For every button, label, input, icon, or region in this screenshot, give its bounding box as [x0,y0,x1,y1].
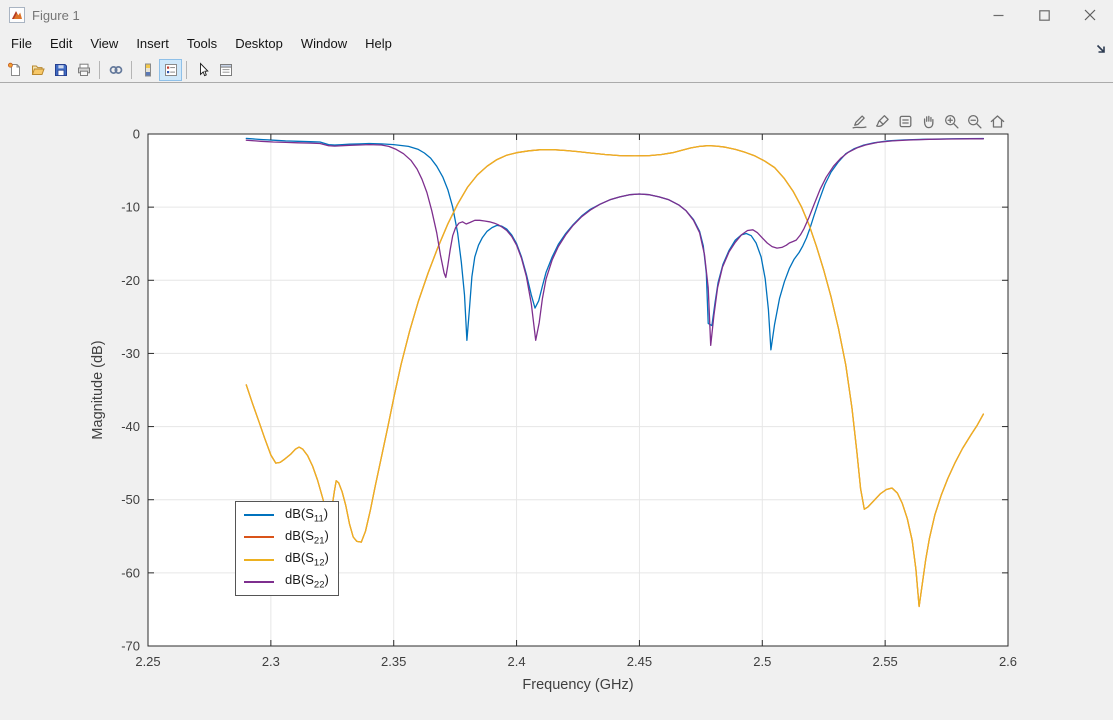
menu-insert[interactable]: Insert [127,32,178,55]
window-controls [975,0,1113,30]
legend-label: dB(S21) [285,528,329,547]
menu-tools[interactable]: Tools [178,32,226,55]
restore-view-icon[interactable] [987,111,1008,132]
x-tick-label: 2.45 [627,654,652,669]
print-figure-icon[interactable] [72,59,95,81]
datatip-icon[interactable] [895,111,916,132]
maximize-button[interactable] [1021,0,1067,30]
toolbar-separator [99,61,100,79]
legend-line-sample [244,536,274,538]
y-axis-label: Magnitude (dB) [90,340,106,439]
save-figure-icon[interactable] [49,59,72,81]
x-tick-label: 2.6 [999,654,1017,669]
menu-help[interactable]: Help [356,32,401,55]
dock-figure-icon[interactable] [1094,42,1108,56]
legend-line-sample [244,514,274,516]
minimize-button[interactable] [975,0,1021,30]
y-tick-label: -20 [121,273,140,288]
y-tick-label: -50 [121,492,140,507]
brush-icon[interactable] [872,111,893,132]
legend-entry: dB(S12) [236,549,338,571]
legend-line-sample [244,581,274,583]
x-tick-label: 2.25 [135,654,160,669]
y-tick-label: -70 [121,639,140,654]
menu-edit[interactable]: Edit [41,32,81,55]
axes-plot[interactable]: 2.25 2.3 2.35 2.4 2.45 2.5 2.55 2.6 0 -10 -20 -30 -4… [0,83,1113,720]
legend-label: dB(S22) [285,572,329,591]
link-plot-icon[interactable] [104,59,127,81]
legend-label: dB(S11) [285,506,328,525]
zoom-in-icon[interactable] [941,111,962,132]
x-tick-label: 2.5 [753,654,771,669]
x-tick-label: 2.3 [262,654,280,669]
open-file-icon[interactable] [26,59,49,81]
legend-entry: dB(S21) [236,526,338,548]
x-axis-label: Frequency (GHz) [522,677,633,693]
y-tick-label: -10 [121,200,140,215]
legend-entry: dB(S11) [236,504,338,526]
insert-legend-icon[interactable] [159,59,182,81]
new-figure-icon[interactable] [3,59,26,81]
menu-view[interactable]: View [81,32,127,55]
legend-entry: dB(S22) [236,571,338,593]
pan-icon[interactable] [918,111,939,132]
y-tick-label: 0 [133,127,140,142]
matlab-figure-icon [9,7,25,23]
figure-canvas: 2.25 2.3 2.35 2.4 2.45 2.5 2.55 2.6 0 -10 -20 -30 -4… [0,83,1113,720]
property-inspector-icon[interactable] [214,59,237,81]
close-button[interactable] [1067,0,1113,30]
zoom-out-icon[interactable] [964,111,985,132]
y-tick-label: -30 [121,346,140,361]
insert-colorbar-icon[interactable] [136,59,159,81]
window-title: Figure 1 [32,8,975,23]
toolbar-separator [186,61,187,79]
x-tick-label: 2.35 [381,654,406,669]
menu-desktop[interactable]: Desktop [226,32,292,55]
x-tick-label: 2.55 [872,654,897,669]
figure-toolbar [0,57,1113,83]
legend-line-sample [244,559,274,561]
x-tick-label: 2.4 [508,654,526,669]
y-tick-label: -40 [121,419,140,434]
y-tick-label: -60 [121,565,140,580]
axes-toolbar [849,111,1008,132]
toolbar-separator [131,61,132,79]
legend[interactable]: dB(S11) dB(S21) dB(S12) dB(S22) [235,501,339,596]
titlebar: Figure 1 [0,0,1113,30]
figure-window: Figure 1 File Edit View Insert Tools Des… [0,0,1113,720]
menu-file[interactable]: File [2,32,41,55]
edit-plot-icon[interactable] [191,59,214,81]
export-icon[interactable] [849,111,870,132]
menubar: File Edit View Insert Tools Desktop Wind… [0,30,1113,57]
menu-window[interactable]: Window [292,32,356,55]
legend-label: dB(S12) [285,550,329,569]
